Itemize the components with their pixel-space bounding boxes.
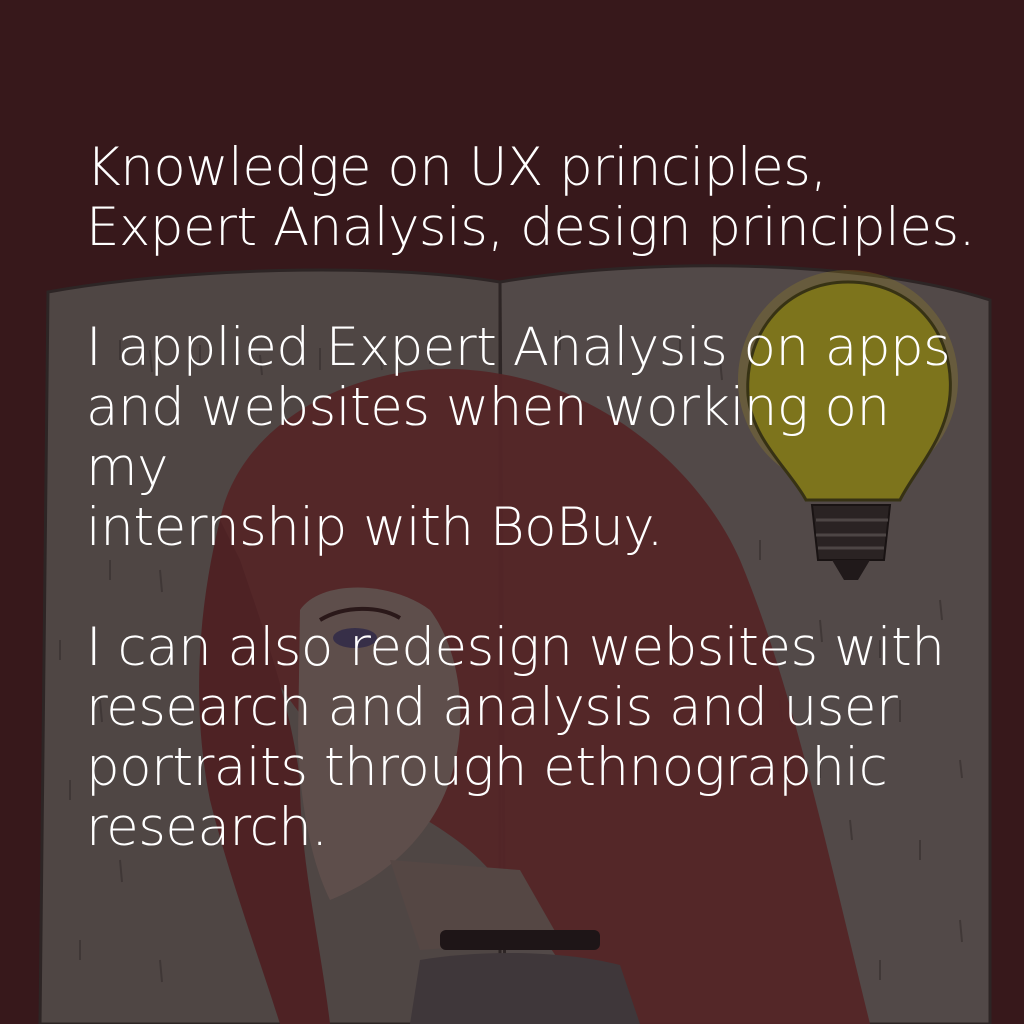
slide-canvas: Knowledge on UX principles, Expert Analy… — [0, 0, 1024, 1024]
paragraph-capabilities: I can also redesign websites with resear… — [86, 617, 945, 858]
paragraph-skills: Knowledge on UX principles, Expert Analy… — [86, 137, 975, 258]
paragraph-experience: I applied Expert Analysis on apps and we… — [86, 317, 951, 558]
content-text: Knowledge on UX principles, Expert Analy… — [86, 138, 986, 858]
